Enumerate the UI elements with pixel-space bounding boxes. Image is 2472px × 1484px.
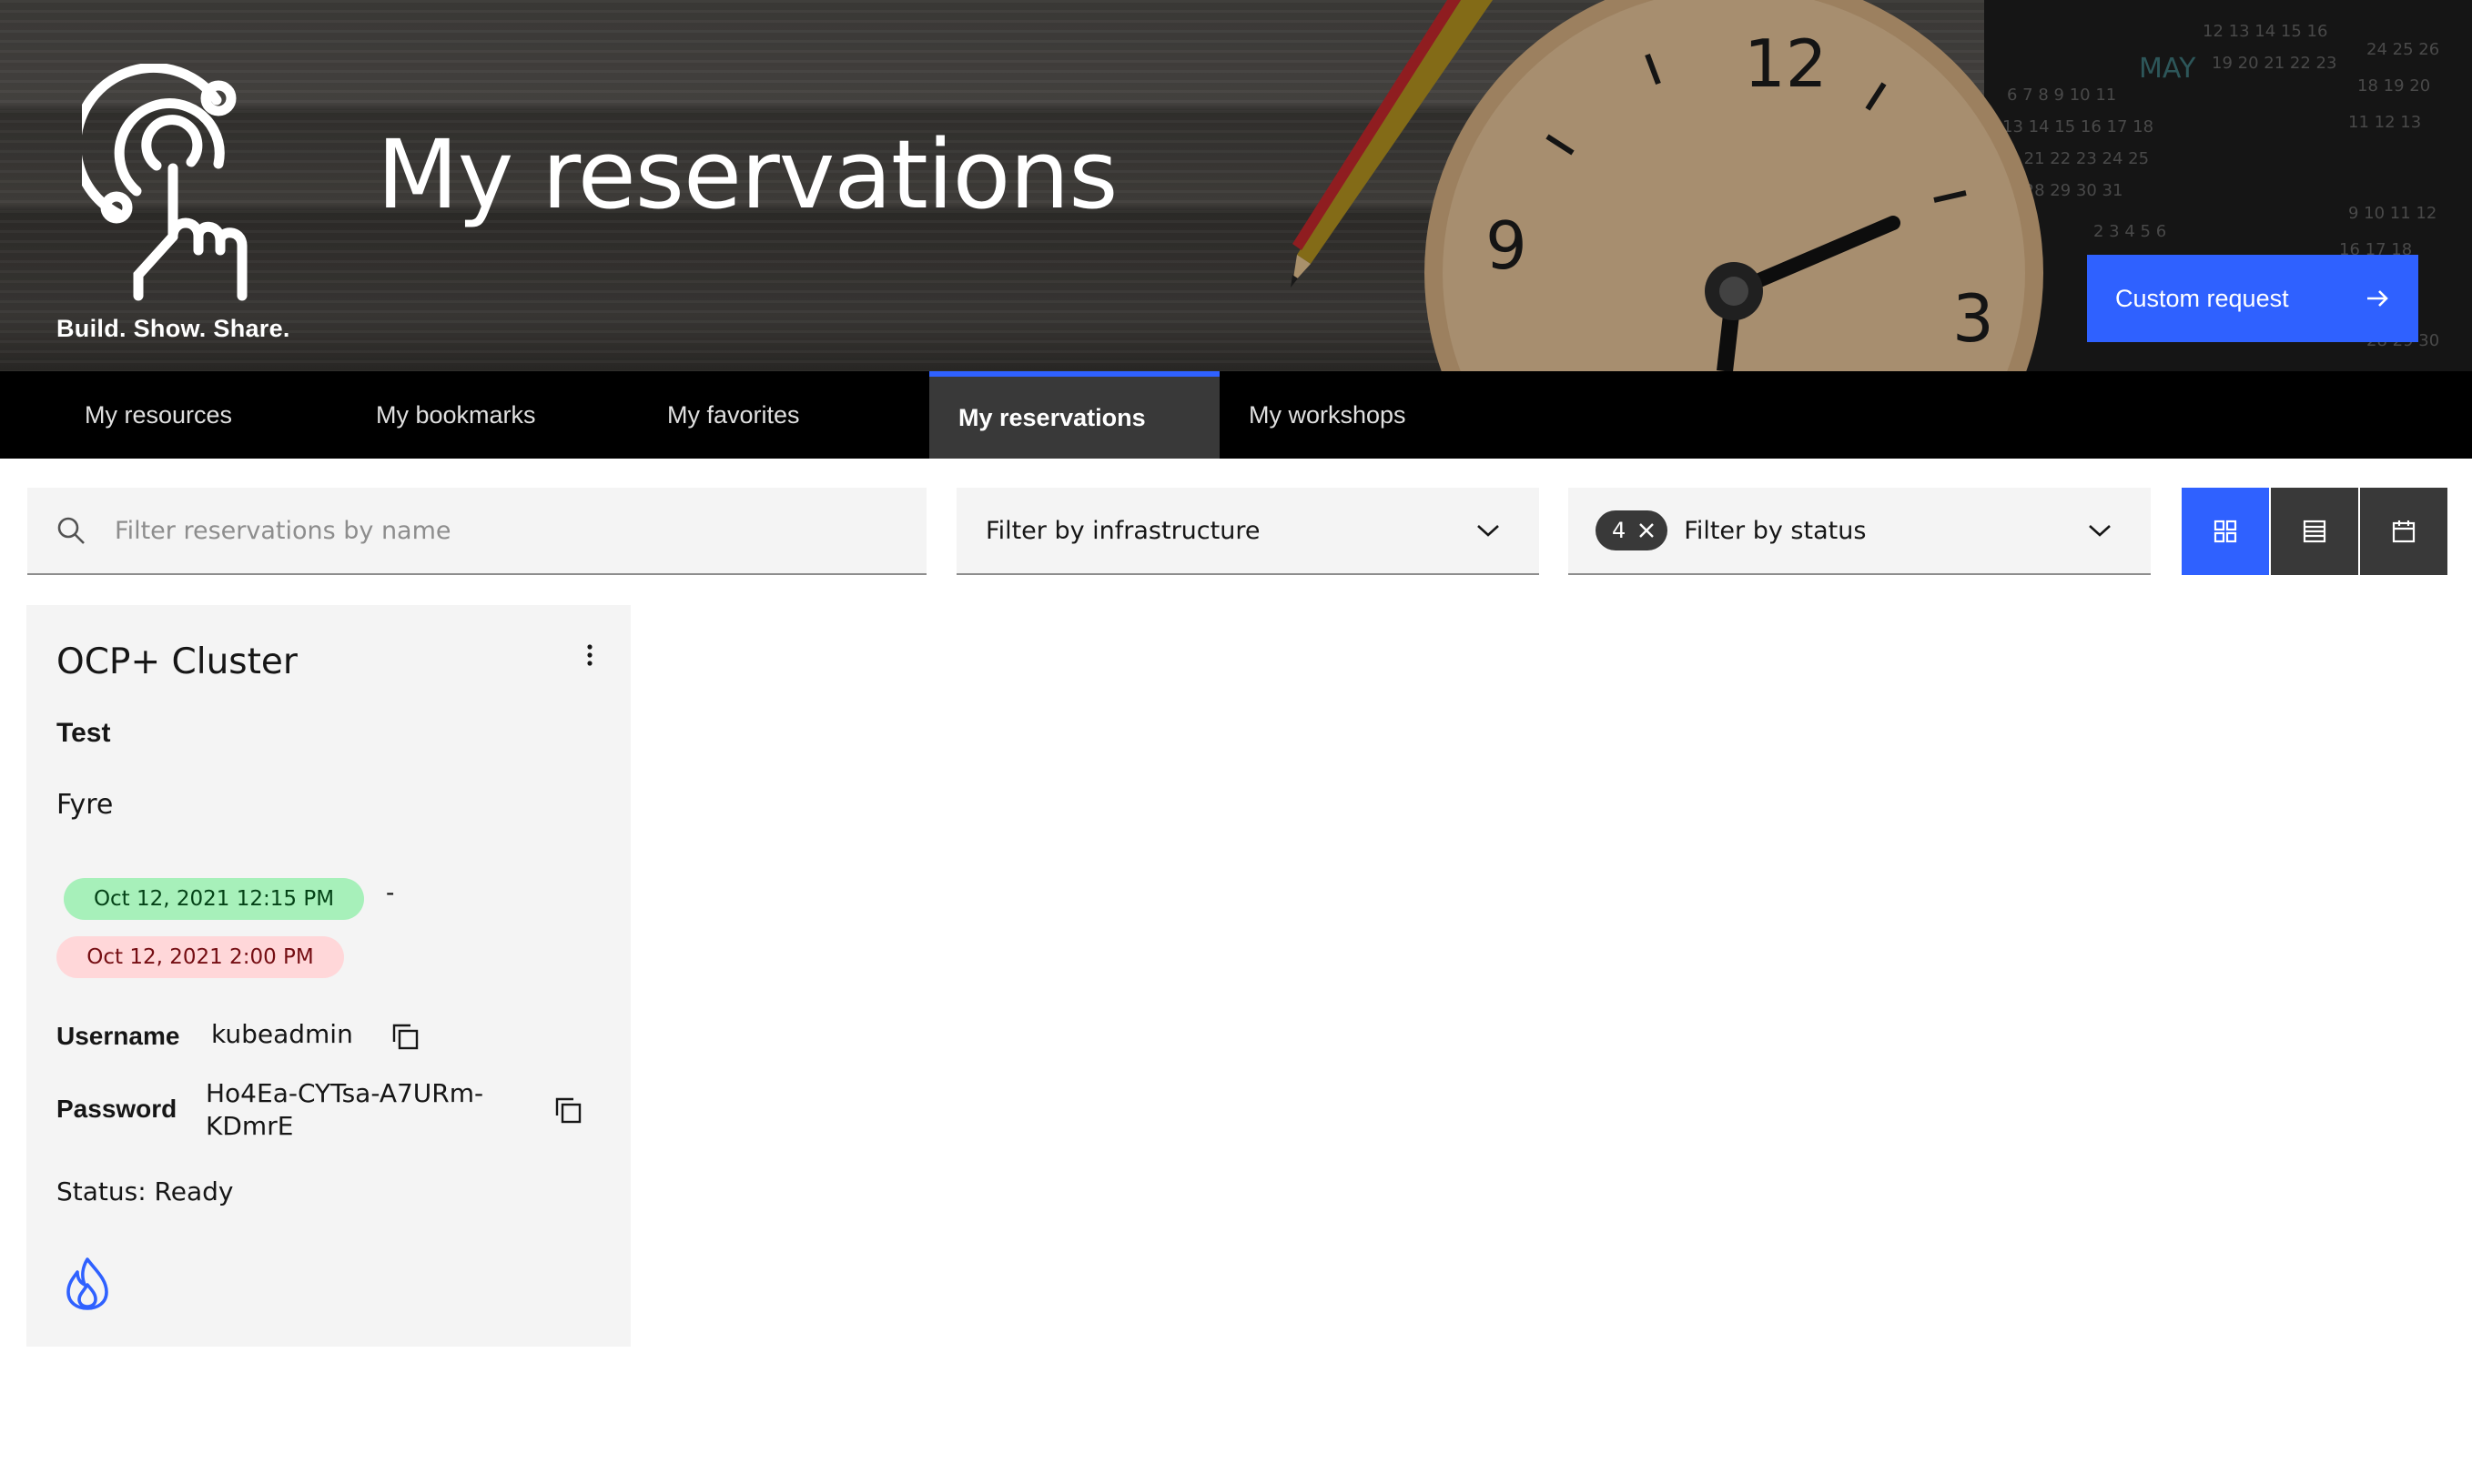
infrastructure-filter-label: Filter by infrastructure xyxy=(986,516,1261,545)
calendar-icon xyxy=(2392,520,2416,543)
grid-icon xyxy=(2214,520,2237,543)
overflow-menu-button[interactable] xyxy=(576,634,603,676)
fyre-flame-icon xyxy=(66,1257,108,1310)
search-icon-container xyxy=(27,515,115,546)
search-bar xyxy=(27,488,927,575)
copy-icon xyxy=(555,1097,582,1124)
reservation-name: Test xyxy=(56,718,111,748)
copy-username-button[interactable] xyxy=(387,1018,423,1055)
copy-icon xyxy=(392,1024,419,1050)
status-filter-left: 4 Filter by status xyxy=(1596,510,1866,550)
build-show-share-logo-icon xyxy=(82,64,248,301)
reservation-provider: Fyre xyxy=(56,789,114,821)
start-time-tag: Oct 12, 2021 12:15 PM xyxy=(64,878,364,920)
password-label: Password xyxy=(56,1095,177,1123)
tab-label: My resources xyxy=(85,400,233,429)
tab-my-favorites[interactable]: My favorites xyxy=(666,371,929,459)
chevron-down-icon xyxy=(2089,525,2111,537)
tab-my-resources[interactable]: My resources xyxy=(0,371,355,459)
list-view-button[interactable] xyxy=(2271,488,2358,575)
reservation-status: Status: Ready xyxy=(56,1176,234,1206)
overflow-menu-icon xyxy=(587,644,593,666)
custom-request-label: Custom request xyxy=(2115,284,2289,312)
status-filter-count-tag[interactable]: 4 xyxy=(1596,510,1668,550)
search-icon xyxy=(57,517,85,544)
page-title: My reservations xyxy=(377,119,1118,230)
tab-my-reservations[interactable]: My reservations xyxy=(929,371,1220,459)
tab-label: My favorites xyxy=(667,400,800,429)
end-time-tag: Oct 12, 2021 2:00 PM xyxy=(56,936,344,978)
tab-label: My reservations xyxy=(958,403,1146,431)
copy-password-button[interactable] xyxy=(550,1092,586,1128)
chevron-down-icon xyxy=(1477,525,1499,537)
list-icon xyxy=(2303,520,2326,543)
close-icon[interactable] xyxy=(1638,522,1655,539)
username-value: kubeadmin xyxy=(211,1019,353,1049)
tab-label: My workshops xyxy=(1249,400,1406,429)
password-value-line-1: Ho4Ea-CYTsa-A7URm- xyxy=(206,1078,484,1108)
password-value-line-2: KDmrE xyxy=(206,1111,294,1141)
grid-view-button[interactable] xyxy=(2182,488,2269,575)
infrastructure-filter-dropdown[interactable]: Filter by infrastructure xyxy=(957,488,1539,575)
brand-tagline: Build. Show. Share. xyxy=(56,315,290,342)
status-filter-dropdown[interactable]: 4 Filter by status xyxy=(1568,488,2151,575)
arrow-right-icon xyxy=(2367,290,2388,307)
date-separator: - xyxy=(386,878,395,906)
tab-my-bookmarks[interactable]: My bookmarks xyxy=(355,371,666,459)
search-input[interactable] xyxy=(115,516,897,545)
page-header: 6 7 8 9 10 11 13 14 15 16 17 18 20 21 22… xyxy=(0,0,2472,371)
reservation-card: OCP+ Cluster Test Fyre Oct 12, 2021 12:1… xyxy=(26,605,631,1347)
tab-label: My bookmarks xyxy=(376,400,536,429)
custom-request-button[interactable]: Custom request xyxy=(2087,255,2418,342)
status-filter-count: 4 xyxy=(1612,518,1626,543)
reservations-nav: My resources My bookmarks My favorites M… xyxy=(0,371,2472,459)
username-label: Username xyxy=(56,1022,180,1050)
calendar-view-button[interactable] xyxy=(2360,488,2447,575)
card-title: OCP+ Cluster xyxy=(56,641,298,682)
tab-my-workshops[interactable]: My workshops xyxy=(1220,371,1493,459)
status-filter-label: Filter by status xyxy=(1684,516,1867,545)
